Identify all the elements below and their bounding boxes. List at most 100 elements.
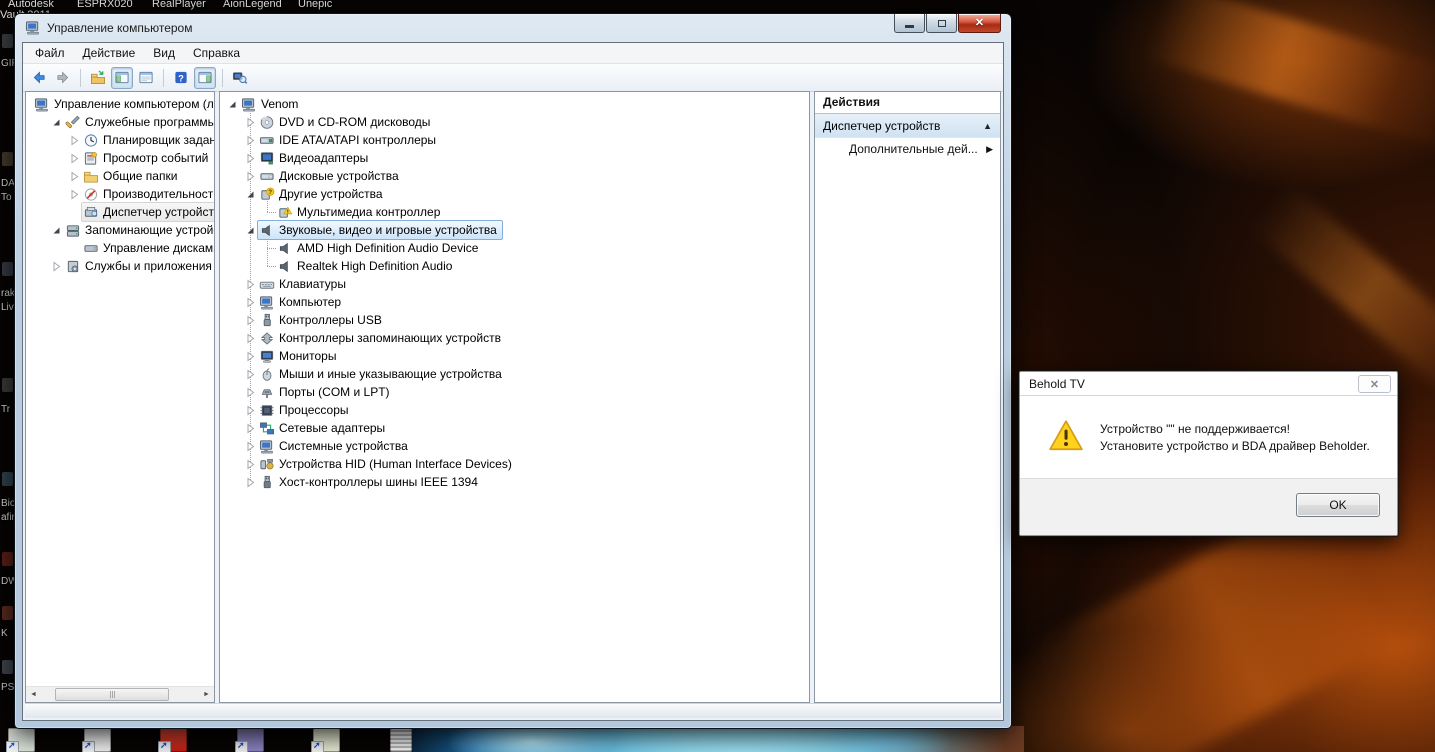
maximize-button[interactable] [926,14,957,33]
desktop-icon-label-partial[interactable]: Tr [1,404,10,415]
device-tree-item-label[interactable]: Хост-контроллеры шины IEEE 1394 [257,472,484,492]
menu-item-3[interactable]: Справка [184,44,249,62]
expander-expanded-icon[interactable] [244,188,257,201]
forward-button[interactable] [52,67,74,89]
device-tree-item[interactable]: Видеоадаптеры [220,149,809,167]
expander-collapsed-icon[interactable] [244,116,257,129]
expander-collapsed-icon[interactable] [244,476,257,489]
expander-collapsed-icon[interactable] [244,386,257,399]
expander-collapsed-icon[interactable] [244,278,257,291]
device-tree-item[interactable]: Мультимедиа контроллер [220,203,809,221]
device-tree-item-label[interactable]: AMD High Definition Audio Device [275,238,484,258]
desktop-icon-partial[interactable] [2,262,13,276]
device-tree-item[interactable]: Порты (COM и LPT) [220,383,809,401]
desktop-icon-label-partial[interactable]: PS [1,682,14,693]
expander-collapsed-icon[interactable] [244,332,257,345]
device-tree-item-label[interactable]: Звуковые, видео и игровые устройства [257,220,503,240]
scroll-left-arrow-icon[interactable]: ◄ [26,687,41,702]
back-button[interactable] [28,67,50,89]
expander-collapsed-icon[interactable] [244,458,257,471]
device-tree-item-label[interactable]: Контроллеры USB [257,310,388,330]
device-tree-item[interactable]: Хост-контроллеры шины IEEE 1394 [220,473,809,491]
shortcut-icon-3[interactable] [237,728,264,752]
shortcut-icon-2[interactable] [84,728,111,752]
minimize-button[interactable] [894,14,925,33]
device-tree-item[interactable]: AMD High Definition Audio Device [220,239,809,257]
desktop-icon-label-partial[interactable]: DA [1,178,15,189]
console-tree-item[interactable]: Диспетчер устройств [26,203,214,221]
console-tree-item-label[interactable]: Запоминающие устройст [63,220,215,240]
horizontal-scrollbar[interactable]: ◄ ► [26,686,214,702]
device-tree-item[interactable]: Сетевые адаптеры [220,419,809,437]
desktop-icon-partial[interactable] [2,472,13,486]
close-button[interactable]: ✕ [958,14,1001,33]
help-button[interactable]: ? [170,67,192,89]
expander-collapsed-icon[interactable] [68,170,81,183]
dialog-close-button[interactable]: ✕ [1358,375,1391,393]
console-tree-item[interactable]: Управление компьютером (л [26,95,214,113]
desktop-icon-partial[interactable] [2,34,13,48]
notepad-file-icon[interactable] [390,728,412,752]
device-tree-item-label[interactable]: Мониторы [257,346,342,366]
device-tree-item-label[interactable]: Дисковые устройства [257,166,405,186]
device-tree-item-label[interactable]: Видеоадаптеры [257,148,374,168]
console-tree-item-label[interactable]: Управление компьютером (л [32,94,215,114]
device-tree-item[interactable]: DVD и CD-ROM дисководы [220,113,809,131]
console-tree-item[interactable]: Производительность [26,185,214,203]
dialog-title-bar[interactable]: Behold TV ✕ [1020,372,1397,396]
console-tree-item-label[interactable]: Просмотр событий [81,148,214,168]
device-tree-item[interactable]: Звуковые, видео и игровые устройства [220,221,809,239]
expander-collapsed-icon[interactable] [50,260,63,273]
expander-collapsed-icon[interactable] [244,134,257,147]
export-button[interactable] [87,67,109,89]
console-tree-item[interactable]: Службы и приложения [26,257,214,275]
device-tree-item[interactable]: Venom [220,95,809,113]
device-tree-item-label[interactable]: Мыши и иные указывающие устройства [257,364,508,384]
shortcut-icon-4[interactable] [313,728,340,752]
desktop-icon-partial[interactable] [2,152,13,166]
device-tree-item[interactable]: IDE ATA/ATAPI контроллеры [220,131,809,149]
console-tree-item[interactable]: Планировщик заданий [26,131,214,149]
console-tree-item-label[interactable]: Общие папки [81,166,183,186]
console-tree-item-label[interactable]: Диспетчер устройств [81,202,215,222]
console-tree-item[interactable]: Служебные программы [26,113,214,131]
console-tree-item-label[interactable]: Службы и приложения [63,256,215,276]
console-tree-item-label[interactable]: Управление дисками [81,238,215,258]
device-tree-item-label[interactable]: Процессоры [257,400,355,420]
expander-collapsed-icon[interactable] [244,440,257,453]
device-tree-item-label[interactable]: ?Другие устройства [257,184,389,204]
console-tree-item-label[interactable]: Производительность [81,184,215,204]
desktop-icon-label-partial[interactable]: rak [1,288,15,299]
device-tree-item-label[interactable]: DVD и CD-ROM дисководы [257,112,436,132]
desktop-icon-partial[interactable] [2,552,13,566]
shortcut-icon-1[interactable] [8,728,35,752]
expander-collapsed-icon[interactable] [244,170,257,183]
expander-collapsed-icon[interactable] [244,152,257,165]
console-tree-item[interactable]: Общие папки [26,167,214,185]
properties-button[interactable] [135,67,157,89]
menu-item-1[interactable]: Действие [74,44,145,62]
action-pane-button[interactable] [194,67,216,89]
expander-collapsed-icon[interactable] [244,368,257,381]
ok-button[interactable]: OK [1296,493,1380,517]
scan-hardware-button[interactable] [229,67,251,89]
scrollbar-thumb[interactable] [55,688,169,701]
device-tree-item-label[interactable]: Сетевые адаптеры [257,418,391,438]
device-tree-item-label[interactable]: Устройства HID (Human Interface Devices) [257,454,518,474]
device-tree-item[interactable]: Realtek High Definition Audio [220,257,809,275]
expander-expanded-icon[interactable] [226,98,239,111]
expander-collapsed-icon[interactable] [244,296,257,309]
menu-item-0[interactable]: Файл [26,44,74,62]
device-tree-item[interactable]: Клавиатуры [220,275,809,293]
shortcut-icon-pdf[interactable] [160,728,187,752]
console-tree-item-label[interactable]: Служебные программы [63,112,215,132]
expander-collapsed-icon[interactable] [244,422,257,435]
console-tree-button[interactable] [111,67,133,89]
console-tree-pane[interactable]: ◄ ► Управление компьютером (лСлужебные п… [25,91,215,703]
desktop-icon-partial[interactable] [2,606,13,620]
device-tree-item[interactable]: Системные устройства [220,437,809,455]
menu-item-2[interactable]: Вид [144,44,184,62]
device-tree-item-label[interactable]: Realtek High Definition Audio [275,256,458,276]
device-tree-item[interactable]: Дисковые устройства [220,167,809,185]
actions-item-more-actions[interactable]: Дополнительные дей... ▶ [815,138,1000,160]
